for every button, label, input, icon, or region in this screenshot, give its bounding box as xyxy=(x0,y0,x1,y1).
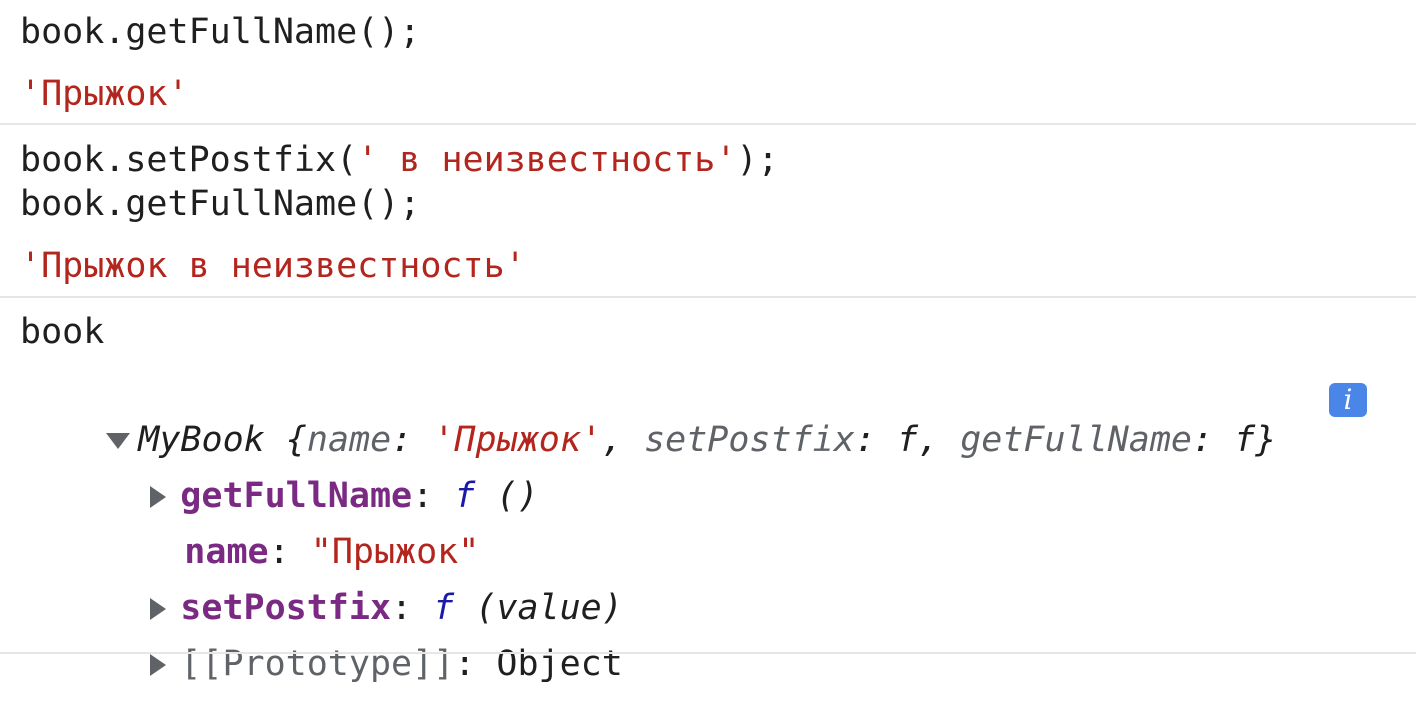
console-output-string-2: 'Прыжок в неизвестность' xyxy=(20,246,526,286)
console-input-book: book xyxy=(20,312,105,352)
code-text: ); xyxy=(736,140,779,180)
colon: : xyxy=(854,420,897,460)
comma: , xyxy=(601,420,645,460)
console-divider xyxy=(0,296,1416,298)
info-icon[interactable]: i xyxy=(1329,383,1367,417)
colon: : xyxy=(1191,420,1235,460)
comma: , xyxy=(918,420,961,460)
prop-row-prototype[interactable]: [[Prototype]]: Object xyxy=(66,604,623,724)
console-divider xyxy=(0,123,1416,125)
console-input-getFullName-2: book.getFullName(); xyxy=(20,184,421,224)
brace: } xyxy=(1255,420,1277,460)
console-output-string: 'Прыжок' xyxy=(20,74,189,114)
summary-key-getFullName: getFullName xyxy=(960,420,1192,460)
prop-value-object: Object xyxy=(496,644,623,684)
colon: : xyxy=(454,644,497,684)
function-symbol: f xyxy=(1234,420,1256,460)
prop-key-prototype: [[Prototype]] xyxy=(180,644,455,684)
function-signature: () xyxy=(475,476,539,516)
console-input-getFullName: book.getFullName(); xyxy=(20,12,421,52)
string-literal: ' в неизвестность' xyxy=(357,140,737,180)
summary-key-setPostfix: setPostfix xyxy=(644,420,855,460)
console-divider xyxy=(0,652,1416,654)
devtools-console: book.getFullName(); 'Прыжок' book.setPos… xyxy=(0,0,1416,684)
console-input-setPostfix: book.setPostfix(' в неизвестность'); xyxy=(20,140,779,180)
function-symbol: f xyxy=(896,420,919,460)
code-text: book.setPostfix( xyxy=(20,140,358,180)
expand-triangle-right-icon[interactable] xyxy=(150,654,167,676)
